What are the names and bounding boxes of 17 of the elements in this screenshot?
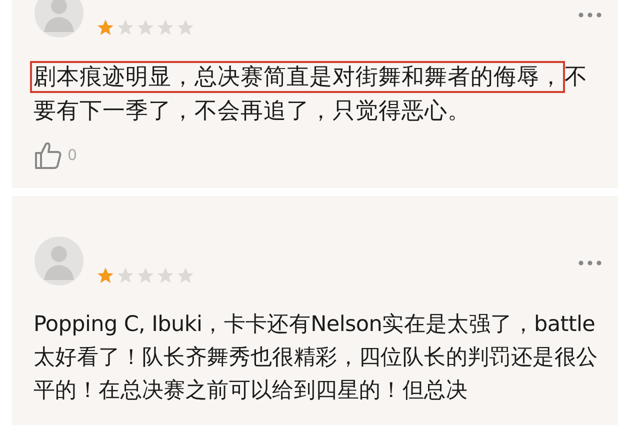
- more-icon[interactable]: [578, 12, 602, 18]
- like-count: 0: [68, 146, 78, 164]
- review-text: Popping C, Ibuki，卡卡还有Nelson实在是太强了，battle太好看了！队长齐舞秀也很精彩，四位队长的判罚还是很公平的！在总决赛之前可以给到四星的！但总决: [34, 311, 599, 405]
- star-empty-icon: [116, 266, 134, 285]
- star-empty-icon: [116, 18, 134, 37]
- star-empty-icon: [156, 18, 174, 37]
- star-empty-icon: [176, 18, 194, 37]
- thumbs-up-icon[interactable]: [34, 140, 62, 170]
- star-empty-icon: [136, 266, 154, 285]
- star-filled-icon: [96, 18, 114, 37]
- more-icon[interactable]: [578, 260, 602, 266]
- star-empty-icon: [136, 18, 154, 37]
- star-empty-icon: [176, 266, 194, 285]
- star-empty-icon: [156, 266, 174, 285]
- avatar-icon: [34, 0, 84, 38]
- star-filled-icon: [96, 266, 114, 285]
- avatar-icon: [34, 236, 84, 286]
